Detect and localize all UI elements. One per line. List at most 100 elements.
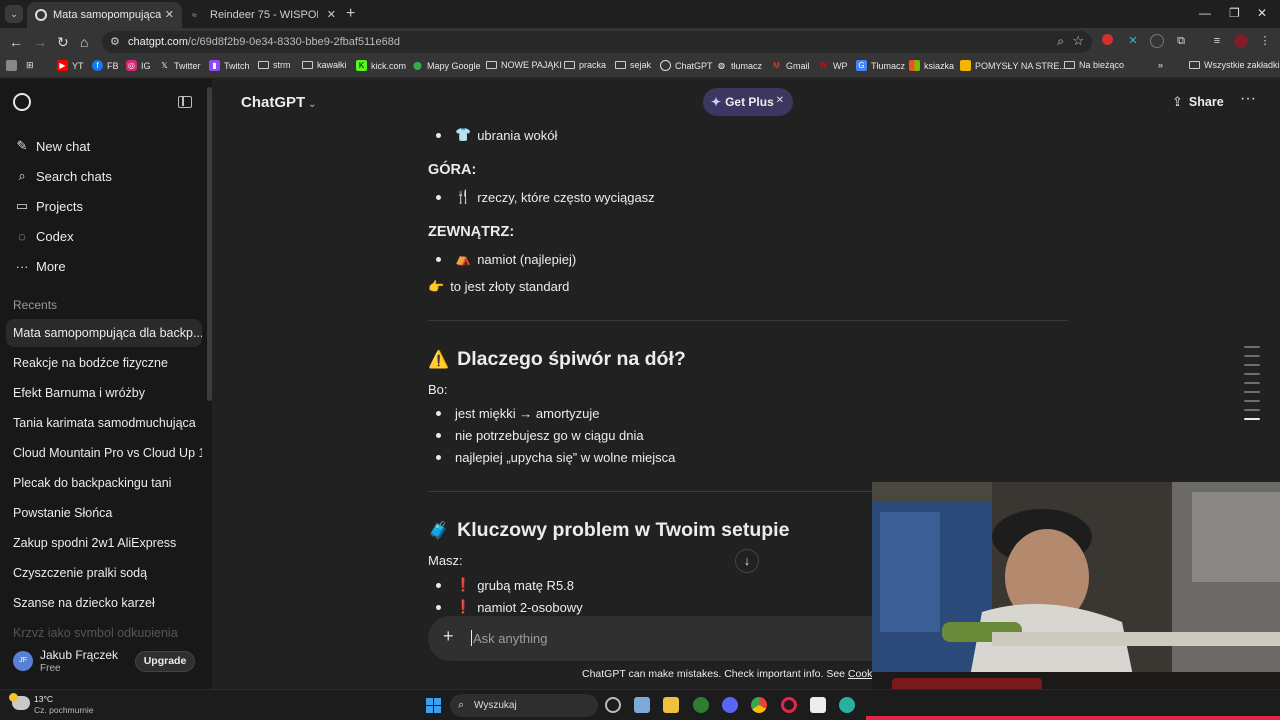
site-info-icon[interactable]: ⚙ xyxy=(110,35,120,48)
new-tab-icon[interactable]: + xyxy=(346,5,355,23)
recent-chat[interactable]: Cloud Mountain Pro vs Cloud Up 1 xyxy=(6,439,202,467)
bookmark-wp[interactable]: W WP xyxy=(818,60,848,71)
bookmarks-apps-icon[interactable] xyxy=(6,60,21,71)
add-attachment-icon[interactable]: + xyxy=(443,626,454,647)
zoom-icon[interactable]: ⌕ xyxy=(1057,34,1064,49)
list-item: najlepiej „upycha się” w wolne miejsca xyxy=(436,450,675,465)
recent-chat[interactable]: Mata samopompująca dla backp... xyxy=(6,319,202,347)
bookmark-twitter[interactable]: 𝕏 Twitter xyxy=(159,60,200,71)
app-icon[interactable] xyxy=(810,697,826,713)
sidebar-scrollbar[interactable] xyxy=(207,87,212,401)
bookmark-star-icon[interactable]: ☆ xyxy=(1072,33,1084,49)
weather-cloud-icon[interactable] xyxy=(9,693,30,710)
folder-icon xyxy=(1189,61,1200,69)
bookmark-ig[interactable]: ◎ IG xyxy=(126,60,151,71)
bookmark-twitch[interactable]: ▮ Twitch xyxy=(209,60,250,71)
recent-chat[interactable]: Szanse na dziecko karzeł xyxy=(6,589,202,617)
reload-icon[interactable]: ↻ xyxy=(57,34,69,50)
bookmark-kick[interactable]: Kkick.com xyxy=(356,60,406,71)
bookmark-yt[interactable]: ▶ YT xyxy=(57,60,84,71)
share-button[interactable]: ⇪ Share xyxy=(1172,94,1224,110)
file-explorer-icon[interactable] xyxy=(663,697,679,713)
weather-condition[interactable]: Cz. pochmurnie xyxy=(34,705,94,715)
sidebar-toggle-icon[interactable] xyxy=(178,96,192,108)
app-icon[interactable] xyxy=(693,697,709,713)
minimize-icon[interactable]: — xyxy=(1199,6,1211,20)
exclamation-emoji-icon: ❗ xyxy=(455,599,472,614)
avatar[interactable]: JF xyxy=(13,651,33,671)
bookmark-chatgpt[interactable]: ChatGPT xyxy=(660,60,713,71)
tab-active[interactable]: Mata samopompująca dla backpacking ✕ xyxy=(27,2,182,28)
folder-icon xyxy=(258,61,269,69)
chrome-icon[interactable] xyxy=(751,697,767,713)
get-plus-button[interactable]: ✦ Get Plus ✕ xyxy=(703,88,793,116)
prompt-input[interactable] xyxy=(473,627,853,649)
upgrade-button[interactable]: Upgrade xyxy=(135,651,195,672)
close-icon[interactable]: ✕ xyxy=(776,95,784,106)
folder-icon xyxy=(302,61,313,69)
recent-chat[interactable]: Zakup spodni 2w1 AliExpress xyxy=(6,529,202,557)
taskbar-search[interactable]: ⌕ Wyszukaj xyxy=(450,694,598,717)
address-bar[interactable]: ⚙ chatgpt.com/c/69d8f2b9-0e34-8330-bbe9-… xyxy=(102,31,1092,53)
user-profile[interactable]: JF Jakub Frączek Free Upgrade xyxy=(0,639,212,689)
app-icon[interactable] xyxy=(605,697,621,713)
tab-close-icon[interactable]: ✕ xyxy=(327,8,336,21)
restore-icon[interactable]: ❐ xyxy=(1229,6,1240,20)
recent-chat[interactable]: Krzyż jako symbol odkupienia xyxy=(6,619,202,637)
bookmark-kawalki[interactable]: kawałki xyxy=(302,60,347,70)
browser-menu-icon[interactable]: ⋮ xyxy=(1258,34,1272,48)
discord-icon[interactable] xyxy=(722,697,738,713)
bookmark-sejak[interactable]: sejak xyxy=(615,60,651,70)
recent-chat[interactable]: Plecak do backpackingu tani xyxy=(6,469,202,497)
sidebar-search-chats[interactable]: ⌕ Search chats xyxy=(6,162,202,190)
conversation-minimap[interactable] xyxy=(1244,346,1260,427)
bookmark-gmail[interactable]: M Gmail xyxy=(771,60,809,71)
opera-icon[interactable] xyxy=(781,697,797,713)
bookmarks-overflow-icon[interactable]: » xyxy=(1158,60,1163,70)
sidebar-projects[interactable]: ▭ Projects xyxy=(6,192,202,220)
back-icon[interactable]: ← xyxy=(9,34,23,50)
recent-chat[interactable]: Efekt Barnuma i wróżby xyxy=(6,379,202,407)
bookmark-pracka[interactable]: pracka xyxy=(564,60,606,70)
window-close-icon[interactable]: ✕ xyxy=(1257,6,1267,20)
scroll-down-icon[interactable]: ↓ xyxy=(735,549,759,573)
recent-chat[interactable]: Powstanie Słońca xyxy=(6,499,202,527)
bookmark-pomysly[interactable]: POMYSŁY NA STRE... xyxy=(960,60,1067,71)
profile-avatar-icon[interactable] xyxy=(1234,34,1248,48)
all-bookmarks[interactable]: Wszystkie zakładki xyxy=(1189,60,1280,70)
reading-list-icon[interactable]: ≡ xyxy=(1210,34,1224,48)
bookmark-ksiazka[interactable]: ksiazka xyxy=(909,60,954,71)
tab-close-icon[interactable]: ✕ xyxy=(165,8,174,21)
bookmark-nowe-pajaki[interactable]: NOWE PAJĄKI xyxy=(486,60,562,70)
weather-temp[interactable]: 13°C xyxy=(34,694,53,704)
record-extension-icon[interactable] xyxy=(1102,34,1113,45)
recent-chat[interactable]: Reakcje na bodźce fizyczne xyxy=(6,349,202,377)
bookmark-strm[interactable]: strm xyxy=(258,60,291,70)
tab-search-icon[interactable]: ⌄ xyxy=(5,5,23,23)
windows-start-icon[interactable] xyxy=(426,698,441,713)
extensions-puzzle-icon[interactable]: ⧉ xyxy=(1174,34,1188,48)
forward-icon[interactable]: → xyxy=(33,34,47,50)
bookmark-tlumacz-google[interactable]: G Tłumacz xyxy=(856,60,905,71)
bookmark-tlumacz[interactable]: ◍ tłumacz xyxy=(716,60,762,71)
sidebar-new-chat[interactable]: ✎ New chat xyxy=(6,132,202,160)
extension-icon[interactable]: ✕ xyxy=(1126,34,1140,48)
home-icon[interactable]: ⌂ xyxy=(80,34,88,50)
photos-app-icon[interactable] xyxy=(634,697,650,713)
model-selector[interactable]: ChatGPT ⌄ xyxy=(241,94,317,111)
tab-inactive[interactable]: ≈ Reindeer 75 - WISPORT ✕ xyxy=(184,2,344,28)
openai-logo-icon[interactable] xyxy=(13,93,31,111)
sidebar-codex[interactable]: ◌ Codex xyxy=(6,222,202,250)
bookmark-na-biezaco[interactable]: Na bieżąco xyxy=(1064,60,1124,70)
url-text[interactable]: chatgpt.com/c/69d8f2b9-0e34-8330-bbe9-2f… xyxy=(128,36,400,48)
extension-icon[interactable] xyxy=(1150,34,1164,48)
app-icon[interactable] xyxy=(839,697,855,713)
more-options-icon[interactable]: ··· xyxy=(1240,90,1256,108)
list-item: 🍴 rzeczy, które często wyciągasz xyxy=(436,189,655,205)
recent-chat[interactable]: Czyszczenie pralki sodą xyxy=(6,559,202,587)
apps-grid-icon[interactable]: ⊞ xyxy=(26,60,34,71)
bookmark-fb[interactable]: f FB xyxy=(92,60,119,71)
sidebar-more[interactable]: ··· More xyxy=(6,252,202,280)
bookmark-maps[interactable]: ⬤ Mapy Google xyxy=(412,60,481,71)
recent-chat[interactable]: Tania karimata samodmuchująca xyxy=(6,409,202,437)
